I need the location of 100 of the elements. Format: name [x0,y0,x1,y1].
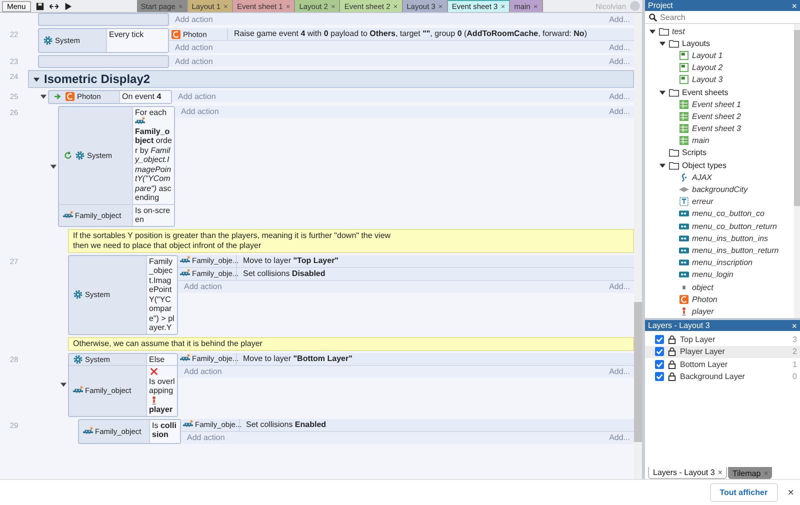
expand-toggle[interactable] [649,28,656,35]
action-text[interactable]: Set collisions Disabled [237,268,326,280]
play-icon[interactable] [62,2,73,10]
layout-icon [679,75,689,84]
checkbox[interactable] [655,347,664,356]
tree-item[interactable]: Event sheets [682,88,728,97]
tree-item[interactable]: Photon [692,294,718,304]
gear-icon [75,150,85,160]
layer-number: 2 [792,347,797,356]
gear-icon [73,290,83,299]
tree-item[interactable]: Layout 3 [692,75,723,84]
tree-item[interactable]: menu_ins_button_ins [692,234,768,243]
expand-toggle[interactable] [50,162,56,170]
diamond-icon [679,185,689,194]
expand-toggle[interactable] [60,381,66,388]
scrollbar[interactable] [794,24,800,318]
lock-icon[interactable] [667,334,677,344]
checkbox[interactable] [655,372,664,382]
tree-item[interactable]: menu_inscription [692,258,752,268]
condition-cell[interactable]: For each Family_object order by Family_object.ImagePointY("YCompare") ascending [132,106,174,204]
condition-text: Is on-screen [135,206,170,224]
condition-text: Is collision [152,420,176,439]
close-button[interactable]: × [792,320,797,330]
figure-icon [679,306,689,316]
tree-item[interactable]: Layouts [682,38,710,48]
invader-sprite-icon [183,420,193,429]
condition-text: For each [135,108,168,117]
invader-sprite-icon [180,256,190,265]
ajax-icon [679,172,689,182]
tree-item[interactable]: menu_co_button_co [692,209,764,218]
layer-row[interactable]: Background Layer 0 [645,370,800,383]
layer-number: 1 [792,360,797,369]
search-field[interactable]: Search [660,12,800,22]
action-text[interactable]: Raise game event 4 with 0 payload to Others, target "", group 0 (AddToRoomCache, forward: No) [228,28,587,40]
group-header[interactable]: Isometric Display2 [28,70,634,88]
panel-title: Layers - Layout 3 [648,321,710,330]
panel-tab[interactable]: Layers - Layout 3 × [648,467,728,480]
expand-toggle[interactable] [659,40,666,47]
figure-icon [149,396,159,405]
invader-sprite-icon [83,426,93,436]
condition-cell[interactable]: Is on-screen [132,204,174,226]
layout-icon [679,63,689,72]
tree-item[interactable]: test [672,26,685,36]
tree-item[interactable]: menu_co_button_return [692,222,777,231]
save-icon[interactable] [34,2,45,10]
photon-logo-icon [679,294,689,304]
lock-icon[interactable] [667,360,677,369]
photon-logo-icon [171,30,181,38]
undo-redo-icon[interactable] [48,2,59,10]
group-title: Isometric Display2 [44,72,150,86]
condition-cell[interactable]: Else [146,354,177,365]
condition-text: Is overlapping [149,376,175,396]
tree-item[interactable]: erreur [692,197,714,206]
tree-item[interactable]: Layout 1 [692,50,723,60]
gear-icon [73,354,83,364]
tree-item[interactable]: player [692,306,714,316]
condition-text: On event 4 [122,92,162,101]
action-text[interactable]: Set collisions Enabled [240,418,326,430]
condition-cell[interactable]: On event 4 [119,91,171,102]
layer-row[interactable]: Player Layer 2 [645,346,800,358]
tree-item[interactable]: Event sheet 3 [692,124,741,134]
panel-tab[interactable]: Tilemap × [728,467,772,480]
condition-cell[interactable]: Is collision [149,420,180,442]
tree-item[interactable]: main [692,136,710,146]
tree-item[interactable]: backgroundCity [692,185,748,194]
condition-text: Else [149,354,165,364]
button-object-icon [679,209,689,218]
condition-cell[interactable]: Every tick [106,29,168,52]
close-button[interactable]: × [792,0,797,10]
close-button[interactable]: × [788,486,794,499]
invader-sprite-icon [63,210,73,220]
layer-name: Bottom Layer [680,360,729,369]
scrollbar[interactable] [634,13,642,480]
grid-sheet-icon [679,112,689,121]
expand-toggle[interactable] [33,76,40,82]
tree-item[interactable]: menu_ins_button_return [692,246,779,255]
lock-icon[interactable] [667,347,677,356]
condition-text: Every tick [109,30,144,39]
lock-icon[interactable] [667,372,677,382]
tree-item[interactable]: Event sheet 2 [692,112,741,121]
action-text[interactable]: Move to layer "Top Layer" [237,254,338,266]
tree-item[interactable]: Scripts [682,148,706,158]
show-all-button[interactable]: Tout afficher [710,483,778,502]
expand-toggle[interactable] [659,88,666,96]
layer-row[interactable]: Bottom Layer 1 [645,358,800,370]
expand-toggle[interactable] [659,162,666,169]
tree-item[interactable]: object [692,282,714,292]
tree-item[interactable]: Event sheet 1 [692,100,741,109]
checkbox[interactable] [655,334,664,344]
button-object-icon [679,246,689,255]
tree-item[interactable]: Object types [682,160,726,170]
tree-item[interactable]: AJAX [692,172,712,182]
grid-sheet-icon [679,136,689,146]
layer-number: 3 [792,334,797,344]
tree-item[interactable]: Layout 2 [692,63,723,72]
tree-item[interactable]: menu_login [692,270,734,280]
button-object-icon [679,234,689,243]
checkbox[interactable] [655,360,664,369]
action-text[interactable]: Move to layer "Bottom Layer" [237,352,352,364]
layer-row[interactable]: Top Layer 3 [645,333,800,346]
